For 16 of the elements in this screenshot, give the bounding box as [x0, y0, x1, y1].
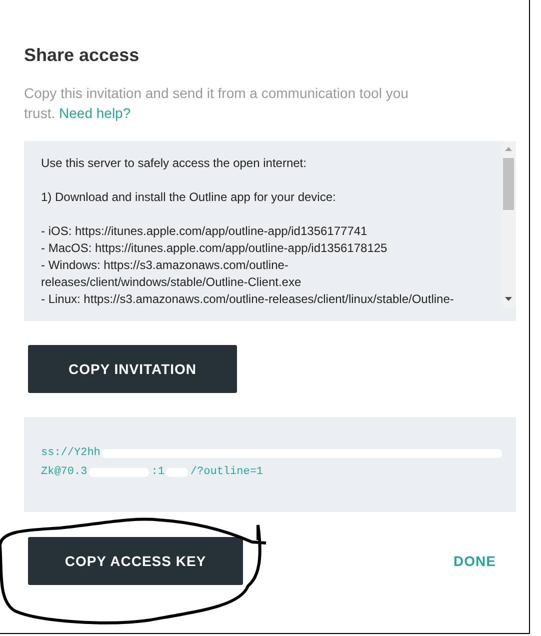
- copy-invitation-button[interactable]: COPY INVITATION: [28, 345, 237, 393]
- invitation-line: - iOS: https://itunes.apple.com/app/outline-app/id1356177741: [41, 224, 368, 238]
- invitation-line: Use this server to safely access the open internet:: [41, 156, 306, 170]
- access-key-text: ss://Y2hh: [41, 446, 100, 461]
- invitation-line: 1) Download and install the Outline app for your device:: [41, 190, 336, 204]
- instruction-text: Copy this invitation and send it from a communication tool you trust. Need help?: [24, 84, 410, 123]
- invitation-line: - MacOS: https://itunes.apple.com/app/outline-app/id1356178125: [41, 241, 388, 255]
- dialog-title: Share access: [24, 44, 140, 66]
- access-key-text: :1: [151, 465, 164, 480]
- access-key-text: /?outline=1: [190, 465, 264, 480]
- copy-access-key-button[interactable]: COPY ACCESS KEY: [28, 537, 243, 585]
- invitation-text-area[interactable]: [24, 141, 516, 321]
- invitation-line: - Windows: https://s3.amazonaws.com/outline-: [41, 258, 288, 272]
- invitation-line: - Linux: https://s3.amazonaws.com/outline-releases/client/linux/stable/Outline-: [41, 292, 454, 306]
- invitation-line: releases/client/windows/stable/Outline-Client.exe: [41, 275, 302, 289]
- access-key-text: Zk@70.3: [41, 465, 88, 480]
